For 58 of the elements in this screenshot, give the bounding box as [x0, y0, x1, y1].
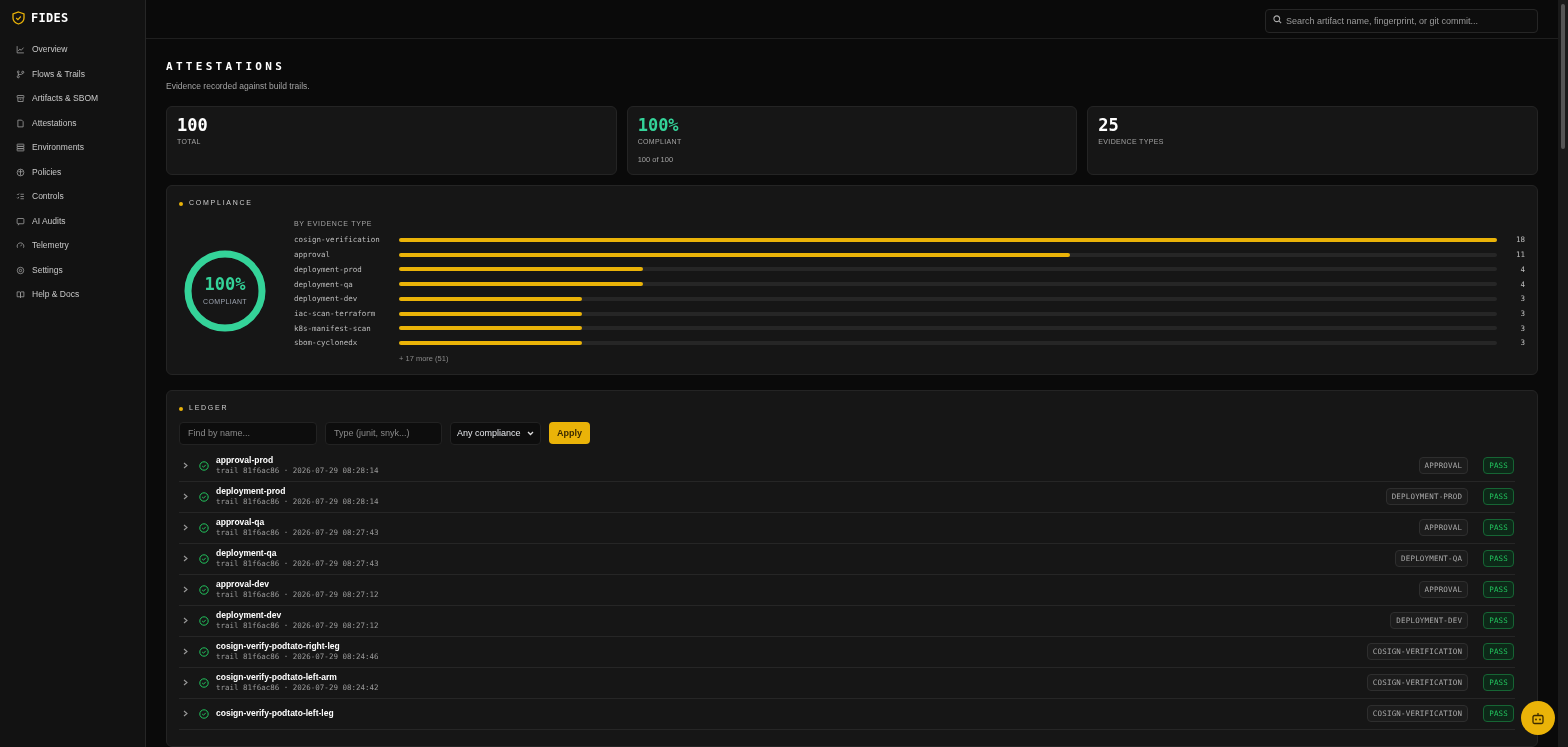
document-icon: [16, 118, 25, 128]
chevron-right-icon: [183, 617, 188, 625]
evidence-name: cosign-verify-podtato-left-arm: [216, 671, 338, 683]
apply-button[interactable]: Apply: [549, 422, 590, 445]
archive-box-icon: [16, 94, 25, 103]
sidebar-item[interactable]: Settings: [8, 260, 137, 280]
type-filter-field[interactable]: Type (junit, snyk...): [325, 421, 442, 445]
globe-icon: [16, 167, 25, 177]
sidebar-item[interactable]: Controls: [8, 187, 137, 206]
branch-icon: [16, 69, 25, 79]
chevron-right-icon: [183, 679, 188, 687]
evidence-name: cosign-verify-podtato-left-leg: [216, 708, 335, 720]
sidebar-item[interactable]: Environments: [8, 138, 137, 157]
chevron-right-icon: [183, 710, 188, 718]
chevron-right-icon: [183, 524, 188, 532]
assistant-button[interactable]: [1521, 701, 1555, 735]
sidebar-item[interactable]: Help & Docs: [8, 285, 137, 304]
evidence-name: approval-qa: [216, 516, 266, 528]
stat-value: 100%: [637, 117, 679, 135]
chevron-down-icon: [527, 430, 534, 436]
checklist-icon: [16, 192, 25, 201]
book-icon: [16, 290, 25, 299]
evidence-name: approval-prod: [216, 454, 275, 466]
gauge-icon: [16, 241, 25, 250]
chevron-right-icon: [183, 586, 188, 594]
scrollbar[interactable]: [1558, 0, 1568, 747]
server-stack-icon: [16, 143, 25, 152]
chevron-right-icon: [183, 493, 188, 501]
brand-name: FIDES: [31, 10, 69, 27]
evidence-name: deployment-prod: [216, 485, 287, 497]
page-title: ATTESTATIONS: [166, 59, 287, 75]
sidebar-item[interactable]: AI Audits: [8, 211, 137, 231]
sidebar-item[interactable]: Flows & Trails: [8, 64, 137, 84]
shield-logo-icon: [12, 11, 25, 25]
compliance-select[interactable]: Any compliance: [450, 421, 541, 445]
robot-icon: [1531, 711, 1545, 725]
sidebar-item[interactable]: Overview: [8, 40, 137, 59]
search-field[interactable]: Search artifact name, fingerprint, or git commit...: [1265, 9, 1538, 33]
settings-icon: [16, 265, 25, 275]
sidebar-item[interactable]: Artifacts & SBOM: [8, 89, 137, 108]
evidence-name: cosign-verify-podtato-right-leg: [216, 640, 341, 652]
search-icon: [1273, 14, 1282, 24]
line-chart-icon: [16, 45, 25, 54]
sidebar-item[interactable]: Policies: [8, 162, 137, 182]
sidebar-item[interactable]: Attestations: [8, 113, 137, 133]
sidebar-item[interactable]: Telemetry: [8, 236, 137, 255]
donut-value: 100%: [204, 275, 246, 293]
evidence-name: approval-dev: [216, 578, 270, 590]
stat-value: 100: [177, 117, 208, 135]
chevron-right-icon: [183, 648, 188, 656]
evidence-name: deployment-qa: [216, 547, 278, 559]
chevron-right-icon: [183, 462, 188, 470]
evidence-name: deployment-dev: [216, 609, 283, 621]
name-filter-field[interactable]: Find by name...: [179, 421, 317, 445]
chevron-right-icon: [183, 555, 188, 563]
message-icon: [16, 216, 25, 226]
page-subtitle: Evidence recorded against build trails.: [166, 79, 311, 93]
stat-value: 25: [1098, 117, 1119, 135]
